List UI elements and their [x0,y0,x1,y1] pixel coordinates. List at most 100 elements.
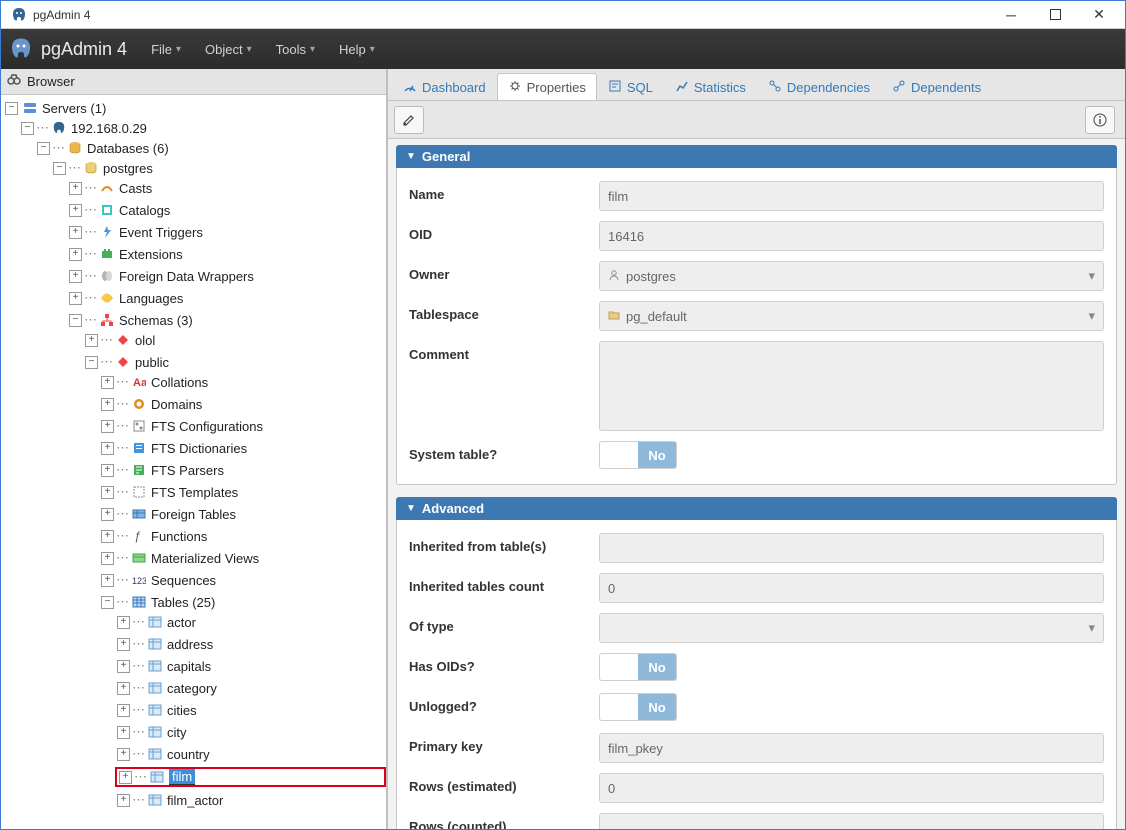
tree-languages[interactable]: +⋯Languages [67,289,386,307]
tree-schema-olol[interactable]: +⋯olol [83,331,386,349]
tree-table-city[interactable]: +⋯city [115,723,386,741]
tables-icon [131,594,147,610]
collapse-icon[interactable]: − [101,596,114,609]
extensions-icon [99,246,115,262]
tree-fts-dict[interactable]: +⋯FTS Dictionaries [99,439,386,457]
tree-table-address[interactable]: +⋯address [115,635,386,653]
close-button[interactable]: ✕ [1077,1,1121,29]
tree-schema-public[interactable]: −⋯public [83,353,386,371]
tree-fts-pars[interactable]: +⋯FTS Parsers [99,461,386,479]
collapse-icon[interactable]: − [5,102,18,115]
collapse-icon[interactable]: − [69,314,82,327]
menu-file[interactable]: File▾ [151,42,181,57]
tree-fts-conf[interactable]: +⋯FTS Configurations [99,417,386,435]
field-tablespace[interactable]: pg_default▾ [599,301,1104,331]
minimize-button[interactable]: ─ [989,1,1033,29]
tree-host[interactable]: −⋯192.168.0.29 [19,119,386,137]
menu-help[interactable]: Help▾ [339,42,375,57]
tree-table-country[interactable]: +⋯country [115,745,386,763]
tree-fdw[interactable]: +⋯Foreign Data Wrappers [67,267,386,285]
sequences-icon: 123 [131,572,147,588]
tab-statistics[interactable]: Statistics [664,73,757,100]
collapse-icon[interactable]: − [21,122,34,135]
tab-dependents[interactable]: Dependents [881,73,992,100]
tab-dashboard[interactable]: Dashboard [392,73,497,100]
tree-table-capitals[interactable]: +⋯capitals [115,657,386,675]
properties-content[interactable]: ▼General Namefilm OID16416 Ownerpostgres… [388,139,1125,829]
field-owner[interactable]: postgres▾ [599,261,1104,291]
elephant-icon [51,120,67,136]
sidebar-header: Browser [1,69,386,95]
tree-fts-tmpl[interactable]: +⋯FTS Templates [99,483,386,501]
table-icon [149,769,165,785]
sidebar: Browser −Servers (1) −⋯192.168.0.29 −⋯Da… [1,69,387,829]
object-tree[interactable]: −Servers (1) −⋯192.168.0.29 −⋯Databases … [1,95,386,829]
tree-table-category[interactable]: +⋯category [115,679,386,697]
tree-functions[interactable]: +⋯ƒFunctions [99,527,386,545]
section-general-header[interactable]: ▼General [396,145,1117,168]
switch-has-oids[interactable]: No [599,653,677,681]
schemas-icon [99,312,115,328]
menu-tools[interactable]: Tools▾ [276,42,315,57]
tree-catalogs[interactable]: +⋯Catalogs [67,201,386,219]
edit-button[interactable] [394,106,424,134]
tab-dependencies[interactable]: Dependencies [757,73,881,100]
domains-icon [131,396,147,412]
tree-collations[interactable]: +⋯AaCollations [99,373,386,391]
tree-casts[interactable]: +⋯Casts [67,179,386,197]
tree-extensions[interactable]: +⋯Extensions [67,245,386,263]
casts-icon [99,180,115,196]
tree-schemas[interactable]: −⋯Schemas (3) [67,311,386,329]
switch-system-table[interactable]: No [599,441,677,469]
table-icon [147,724,163,740]
field-of-type[interactable]: ▾ [599,613,1104,643]
field-rows-est: 0 [599,773,1104,803]
menu-bar: pgAdmin 4 File▾ Object▾ Tools▾ Help▾ [1,29,1125,69]
section-general-body: Namefilm OID16416 Ownerpostgres▾ Tablesp… [396,168,1117,485]
tree-db-postgres[interactable]: −⋯postgres [51,159,386,177]
tab-properties[interactable]: Properties [497,73,597,100]
tree-servers[interactable]: −Servers (1) [3,99,386,117]
caret-down-icon: ▼ [406,503,416,514]
field-primary-key: film_pkey [599,733,1104,763]
tree-table-cities[interactable]: +⋯cities [115,701,386,719]
tree-databases[interactable]: −⋯Databases (6) [35,139,386,157]
tree-foreign-tables[interactable]: +⋯Foreign Tables [99,505,386,523]
foreign-tables-icon [131,506,147,522]
schema-icon [115,354,131,370]
label-owner: Owner [409,261,599,282]
user-icon [608,269,620,284]
info-button[interactable] [1085,106,1115,134]
chevron-down-icon: ▾ [1088,620,1095,636]
section-advanced-body: Inherited from table(s) Inherited tables… [396,520,1117,829]
label-name: Name [409,181,599,202]
section-advanced-header[interactable]: ▼Advanced [396,497,1117,520]
table-icon [147,614,163,630]
tree-sequences[interactable]: +⋯123Sequences [99,571,386,589]
field-oid: 16416 [599,221,1104,251]
collapse-icon[interactable]: − [37,142,50,155]
tree-domains[interactable]: +⋯Domains [99,395,386,413]
tree-table-film[interactable]: +⋯film [115,767,386,787]
collapse-icon[interactable]: − [85,356,98,369]
tree-event-triggers[interactable]: +⋯Event Triggers [67,223,386,241]
switch-unlogged[interactable]: No [599,693,677,721]
tree-table-film-actor[interactable]: +⋯film_actor [115,791,386,809]
dependents-icon [892,79,906,96]
collapse-icon[interactable]: − [53,162,66,175]
table-icon [147,658,163,674]
tree-mat-views[interactable]: +⋯Materialized Views [99,549,386,567]
catalogs-icon [99,202,115,218]
field-name: film [599,181,1104,211]
label-oid: OID [409,221,599,242]
maximize-button[interactable] [1033,1,1077,29]
field-inherited-count: 0 [599,573,1104,603]
tab-sql[interactable]: SQL [597,73,664,100]
menu-object[interactable]: Object▾ [205,42,252,57]
tree-table-actor[interactable]: +⋯actor [115,613,386,631]
trigger-icon [99,224,115,240]
fts-conf-icon [131,418,147,434]
tree-tables[interactable]: −⋯Tables (25) [99,593,386,611]
expand-icon[interactable]: + [69,182,82,195]
label-inherited-from: Inherited from table(s) [409,533,599,554]
